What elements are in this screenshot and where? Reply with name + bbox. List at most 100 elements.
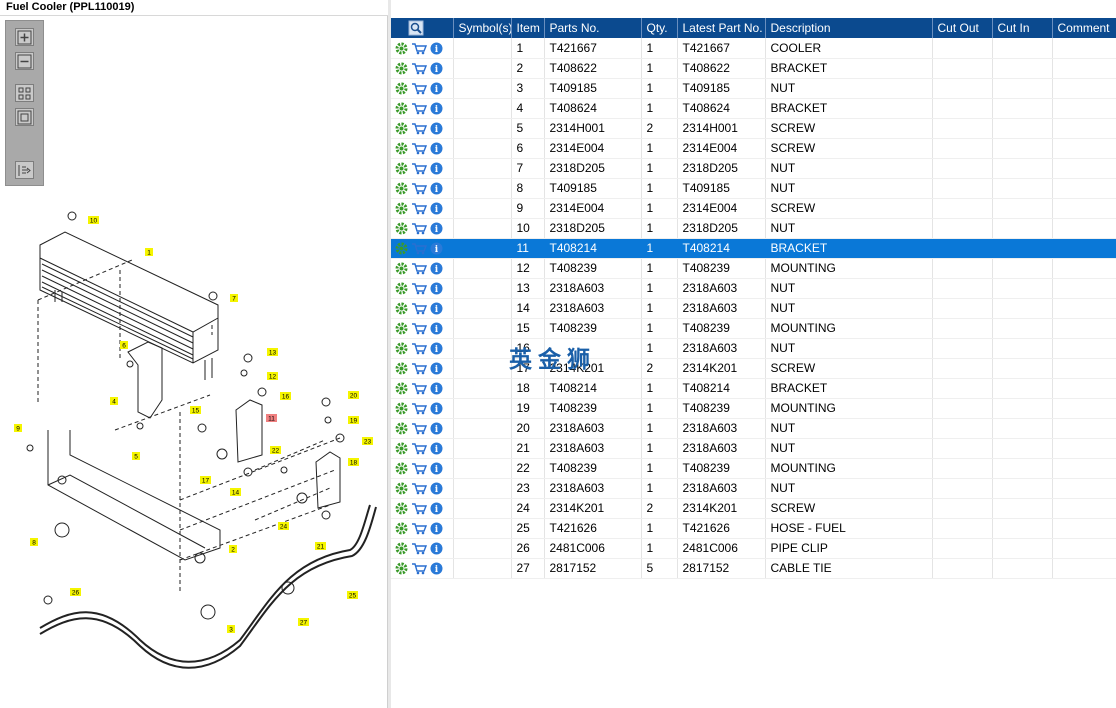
callout-25[interactable]: 25 (347, 591, 358, 600)
callout-7[interactable]: 7 (230, 294, 238, 303)
gear-icon[interactable] (395, 82, 408, 95)
gear-icon[interactable] (395, 462, 408, 475)
cart-icon[interactable] (411, 362, 427, 375)
table-row[interactable]: i 8 T409185 1 T409185 NUT (391, 178, 1116, 199)
info-icon[interactable]: i (430, 122, 443, 135)
table-row[interactable]: i 11 T408214 1 T408214 BRACKET (391, 238, 1116, 259)
cart-icon[interactable] (411, 402, 427, 415)
table-row[interactable]: i 20 2318A603 1 2318A603 NUT (391, 418, 1116, 439)
callout-12[interactable]: 12 (267, 372, 278, 381)
info-icon[interactable]: i (430, 82, 443, 95)
info-icon[interactable]: i (430, 202, 443, 215)
gear-icon[interactable] (395, 262, 408, 275)
gear-icon[interactable] (395, 102, 408, 115)
table-row[interactable]: i 17 2314K201 2 2314K201 SCREW (391, 358, 1116, 379)
gear-icon[interactable] (395, 362, 408, 375)
info-icon[interactable]: i (430, 222, 443, 235)
info-icon[interactable]: i (430, 402, 443, 415)
table-row[interactable]: i 13 2318A603 1 2318A603 NUT (391, 278, 1116, 299)
table-row[interactable]: i 10 2318D205 1 2318D205 NUT (391, 218, 1116, 239)
callout-3[interactable]: 3 (227, 625, 235, 634)
callout-5[interactable]: 5 (132, 452, 140, 461)
table-row[interactable]: i 25 T421626 1 T421626 HOSE - FUEL (391, 518, 1116, 539)
gear-icon[interactable] (395, 222, 408, 235)
column-header-item[interactable]: Item (511, 18, 545, 38)
callout-17[interactable]: 17 (200, 476, 211, 485)
cart-icon[interactable] (411, 422, 427, 435)
info-icon[interactable]: i (430, 342, 443, 355)
table-row[interactable]: i 3 T409185 1 T409185 NUT (391, 78, 1116, 99)
callout-19[interactable]: 19 (348, 416, 359, 425)
table-row[interactable]: i 15 T408239 1 T408239 MOUNTING (391, 318, 1116, 339)
cart-icon[interactable] (411, 62, 427, 75)
info-icon[interactable]: i (430, 442, 443, 455)
info-icon[interactable]: i (430, 362, 443, 375)
column-header-parts-no[interactable]: Parts No. (544, 18, 642, 38)
callout-13[interactable]: 13 (267, 348, 278, 357)
callout-18[interactable]: 18 (348, 458, 359, 467)
callout-16[interactable]: 16 (280, 392, 291, 401)
info-icon[interactable]: i (430, 142, 443, 155)
table-row[interactable]: i 14 2318A603 1 2318A603 NUT (391, 298, 1116, 319)
callout-24[interactable]: 24 (278, 522, 289, 531)
info-icon[interactable]: i (430, 242, 443, 255)
table-row[interactable]: i 4 T408624 1 T408624 BRACKET (391, 98, 1116, 119)
info-icon[interactable]: i (430, 522, 443, 535)
gear-icon[interactable] (395, 322, 408, 335)
cart-icon[interactable] (411, 462, 427, 475)
gear-icon[interactable] (395, 402, 408, 415)
column-header-qty[interactable]: Qty. (641, 18, 678, 38)
cart-icon[interactable] (411, 302, 427, 315)
callout-9[interactable]: 9 (14, 424, 22, 433)
gear-icon[interactable] (395, 122, 408, 135)
cart-icon[interactable] (411, 482, 427, 495)
callout-22[interactable]: 22 (270, 446, 281, 455)
callout-8[interactable]: 8 (30, 538, 38, 547)
gear-icon[interactable] (395, 282, 408, 295)
table-row[interactable]: i 9 2314E004 1 2314E004 SCREW (391, 198, 1116, 219)
cart-icon[interactable] (411, 342, 427, 355)
cart-icon[interactable] (411, 222, 427, 235)
table-row[interactable]: i 22 T408239 1 T408239 MOUNTING (391, 458, 1116, 479)
callout-1[interactable]: 1 (145, 248, 153, 257)
cart-icon[interactable] (411, 242, 427, 255)
diagram-panel[interactable]: 1 2 3 4 5 6 7 8 9 10 11 12 13 14 15 16 17 18 19 20 21 22 23 24 2… (0, 16, 388, 708)
gear-icon[interactable] (395, 162, 408, 175)
info-icon[interactable]: i (430, 282, 443, 295)
column-header-cut-in[interactable]: Cut In (992, 18, 1053, 38)
info-icon[interactable]: i (430, 322, 443, 335)
cart-icon[interactable] (411, 122, 427, 135)
table-row[interactable]: i 1 T421667 1 T421667 COOLER (391, 38, 1116, 59)
cart-icon[interactable] (411, 522, 427, 535)
info-icon[interactable]: i (430, 382, 443, 395)
column-header-search[interactable] (391, 18, 454, 38)
table-row[interactable]: i 18 T408214 1 T408214 BRACKET (391, 378, 1116, 399)
gear-icon[interactable] (395, 382, 408, 395)
table-row[interactable]: i 21 2318A603 1 2318A603 NUT (391, 438, 1116, 459)
cart-icon[interactable] (411, 382, 427, 395)
info-icon[interactable]: i (430, 482, 443, 495)
callout-21[interactable]: 21 (315, 542, 326, 551)
info-icon[interactable]: i (430, 562, 443, 575)
table-row[interactable]: i 5 2314H001 2 2314H001 SCREW (391, 118, 1116, 139)
gear-icon[interactable] (395, 442, 408, 455)
gear-icon[interactable] (395, 502, 408, 515)
cart-icon[interactable] (411, 502, 427, 515)
callout-20[interactable]: 20 (348, 391, 359, 400)
info-icon[interactable]: i (430, 162, 443, 175)
column-header-symbols[interactable]: Symbol(s) (453, 18, 512, 38)
info-icon[interactable]: i (430, 422, 443, 435)
gear-icon[interactable] (395, 242, 408, 255)
gear-icon[interactable] (395, 182, 408, 195)
cart-icon[interactable] (411, 562, 427, 575)
cart-icon[interactable] (411, 82, 427, 95)
info-icon[interactable]: i (430, 102, 443, 115)
info-icon[interactable]: i (430, 62, 443, 75)
table-row[interactable]: i 12 T408239 1 T408239 MOUNTING (391, 258, 1116, 279)
column-header-latest-part-no[interactable]: Latest Part No. (677, 18, 766, 38)
cart-icon[interactable] (411, 202, 427, 215)
table-row[interactable]: i 6 2314E004 1 2314E004 SCREW (391, 138, 1116, 159)
table-row[interactable]: i 19 T408239 1 T408239 MOUNTING (391, 398, 1116, 419)
info-icon[interactable]: i (430, 182, 443, 195)
cart-icon[interactable] (411, 542, 427, 555)
